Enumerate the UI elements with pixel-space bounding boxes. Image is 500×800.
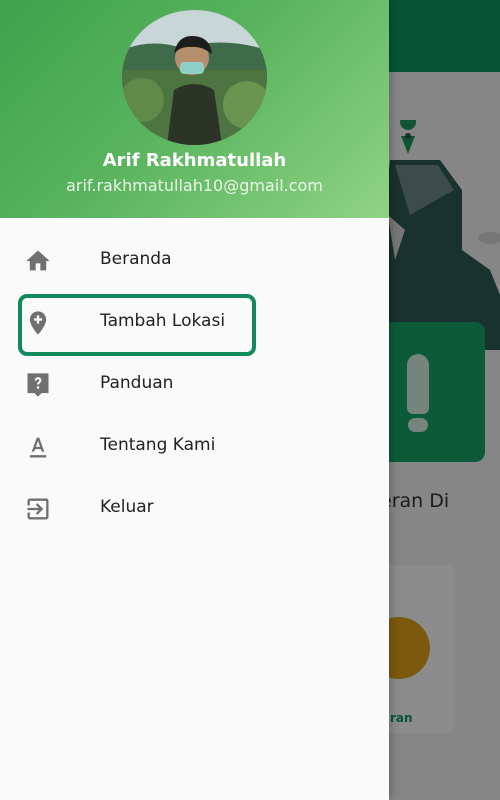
menu-item-label: Beranda	[100, 249, 172, 269]
user-email: arif.rakhmatullah10@gmail.com	[66, 176, 323, 195]
menu-item-tambah-lokasi[interactable]: Tambah Lokasi	[0, 290, 389, 356]
home-icon	[24, 247, 52, 275]
menu-item-keluar[interactable]: Keluar	[0, 476, 389, 538]
logout-icon	[24, 495, 52, 523]
drawer-header: Arif Rakhmatullah arif.rakhmatullah10@gm…	[0, 0, 389, 218]
menu-item-label: Keluar	[100, 497, 154, 517]
menu-item-label: Tentang Kami	[100, 435, 216, 455]
user-name: Arif Rakhmatullah	[102, 150, 287, 171]
help-icon	[24, 371, 52, 399]
drawer-menu: Beranda Tambah Lokasi Panduan Tentang Ka…	[0, 228, 389, 538]
menu-item-tentang-kami[interactable]: Tentang Kami	[0, 414, 389, 476]
navigation-drawer: Arif Rakhmatullah arif.rakhmatullah10@gm…	[0, 0, 389, 800]
add-location-icon	[24, 309, 52, 337]
text-format-icon	[24, 433, 52, 461]
menu-item-label: Panduan	[100, 373, 174, 393]
avatar[interactable]	[122, 10, 267, 145]
menu-item-label: Tambah Lokasi	[100, 311, 226, 331]
menu-item-panduan[interactable]: Panduan	[0, 352, 389, 414]
menu-item-beranda[interactable]: Beranda	[0, 228, 389, 290]
